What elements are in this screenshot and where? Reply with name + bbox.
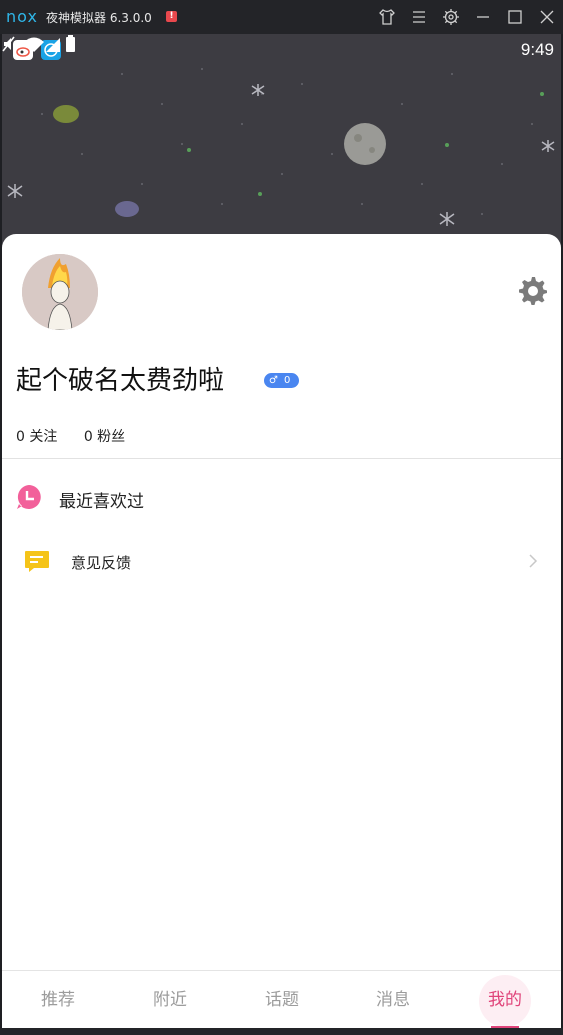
emulator-bottom-border [0, 1028, 563, 1035]
minimize-icon[interactable] [473, 7, 493, 27]
space-background-image [7, 68, 555, 226]
status-bar: 9:49 [2, 34, 561, 66]
alert-badge[interactable]: ! [166, 11, 177, 22]
mute-icon [2, 36, 15, 52]
followers-count[interactable]: 0 粉丝 [84, 429, 125, 445]
tab-nearby[interactable]: 附近 [114, 971, 226, 1028]
shirt-icon[interactable] [377, 7, 397, 27]
maximize-icon[interactable] [505, 7, 525, 27]
chevron-right-icon [527, 553, 539, 569]
wifi-icon [24, 37, 44, 52]
signal-icon [46, 38, 60, 52]
profile-sheet: 起个破名太费劲啦 ♂ 0 0 关注 0 粉丝 最近喜欢过 意见反馈 [2, 234, 561, 1028]
following-count[interactable]: 0 关注 [16, 429, 57, 445]
username: 起个破名太费劲啦 [16, 366, 225, 396]
status-time: 9:49 [520, 40, 554, 59]
gender-badge: ♂ 0 [264, 373, 299, 388]
tab-mine[interactable]: 我的 [449, 971, 561, 1028]
menu-item-recent-likes[interactable]: 最近喜欢过 [2, 474, 561, 522]
feedback-icon [24, 548, 50, 574]
menu-icon[interactable] [409, 7, 429, 27]
close-icon[interactable] [537, 7, 557, 27]
tab-topics[interactable]: 话题 [226, 971, 338, 1028]
menu-label-feedback: 意见反馈 [71, 554, 132, 572]
profile-cover: 9:49 [2, 34, 561, 249]
tab-messages[interactable]: 消息 [337, 971, 449, 1028]
emulator-title: 夜神模拟器 6.3.0.0 [46, 11, 152, 25]
menu-label-recent-likes: 最近喜欢过 [59, 492, 144, 512]
settings-gear-icon[interactable] [518, 276, 548, 306]
bottom-tab-bar: 推荐 附近 话题 消息 我的 [2, 970, 561, 1028]
tab-recommend[interactable]: 推荐 [2, 971, 114, 1028]
avatar[interactable] [22, 254, 98, 330]
male-icon: ♂ [269, 375, 278, 386]
settings-icon[interactable] [441, 7, 461, 27]
follow-stats: 0 关注 0 粉丝 [16, 426, 147, 446]
battery-icon [66, 35, 75, 52]
clock-icon [16, 484, 42, 510]
gender-count: 0 [283, 375, 291, 386]
divider [2, 458, 561, 459]
system-status-icons [2, 35, 75, 52]
emulator-title-bar: nox 夜神模拟器 6.3.0.0 ! [0, 0, 563, 34]
phone-screen: 9:49 起个破名太费劲啦 ♂ 0 0 关注 0 粉丝 最近喜欢过 意见反馈 推… [2, 34, 561, 1028]
nox-logo: nox [6, 7, 38, 26]
menu-item-feedback[interactable]: 意见反馈 [2, 537, 561, 585]
